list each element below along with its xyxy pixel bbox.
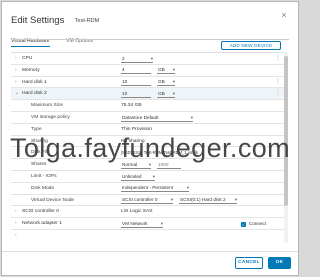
hard-disk-2-unit-select[interactable]: GB xyxy=(157,91,175,98)
limit-iops-label: Limit - IOPs xyxy=(31,174,57,179)
storage-policy-select[interactable]: Datastore Default xyxy=(121,115,193,122)
type-value: Thin Provision xyxy=(121,126,152,132)
hard-disk-2-shares-row: Shares Normal 1000 xyxy=(11,159,285,171)
scsi-controller-value: LSI Logic SAS xyxy=(121,209,153,215)
hard-disk-2-limit-row: Limit - IOPs Unlimited xyxy=(11,171,285,183)
network-select[interactable]: VM Network xyxy=(121,221,163,228)
virtual-device-node-label: Virtual Device Node xyxy=(31,197,75,203)
hardware-list: › CPU 2 ⋮ › Memory 4 GB › Hard disk 1 10… xyxy=(11,52,285,243)
chevron-right-icon[interactable]: › xyxy=(15,206,20,217)
chevron-right-icon[interactable]: › xyxy=(15,53,20,64)
hard-disk-2-size-input[interactable]: 10 xyxy=(121,91,151,98)
hard-disk-2-type-row: Type Thin Provision xyxy=(11,124,285,136)
hard-disk-2-device-node-row: Virtual Device Node SCSI controller 0 SC… xyxy=(11,195,285,207)
disk-file-label: Disk File xyxy=(31,150,50,156)
hard-disk-1-size-input[interactable]: 10 xyxy=(121,79,151,87)
hard-disk-2-label: Hard disk 2 xyxy=(22,91,47,97)
close-icon[interactable]: × xyxy=(280,11,288,20)
vertical-scrollbar[interactable] xyxy=(284,52,288,243)
footer-divider xyxy=(2,251,298,252)
ok-button[interactable]: OK xyxy=(268,257,291,269)
scrollbar-thumb[interactable] xyxy=(284,56,288,206)
chevron-right-icon[interactable]: › xyxy=(15,218,20,229)
memory-unit-select[interactable]: GB xyxy=(157,67,175,75)
scsi-controller-label: SCSI controller 0 xyxy=(22,209,59,215)
device-node-controller-select[interactable]: SCSI controller 0 xyxy=(121,197,173,205)
chevron-right-icon[interactable]: › xyxy=(15,65,20,76)
hard-disk-1-unit-select[interactable]: GB xyxy=(157,79,175,87)
vm-name: Test-RDM xyxy=(74,18,100,24)
hardware-row-cpu: › CPU 2 ⋮ xyxy=(11,53,285,65)
sharing-label: Sharing xyxy=(31,138,48,144)
memory-label: Memory xyxy=(22,67,40,73)
shares-label: Shares xyxy=(31,162,47,168)
hard-disk-2-disk-mode-row: Disk Mode Independent - Persistent xyxy=(11,183,285,195)
more-icon[interactable]: ⋮ xyxy=(275,77,281,88)
hardware-row-memory: › Memory 4 GB xyxy=(11,65,285,77)
chevron-right-icon[interactable]: › xyxy=(15,77,20,88)
shares-input[interactable]: 1000 xyxy=(157,162,181,169)
hardware-row-hard-disk-1: › Hard disk 1 10 GB ⋮ xyxy=(11,77,285,89)
hard-disk-2-storage-policy-row: VM storage policy Datastore Default xyxy=(11,112,285,124)
shares-select[interactable]: Normal xyxy=(121,162,151,169)
connect-label: Connect xyxy=(249,221,267,227)
cpu-select[interactable]: 2 xyxy=(121,56,153,63)
hard-disk-2-disk-file-row: Disk File [SSD] ESXI Test-RDM/Test-RDM_1… xyxy=(11,147,285,160)
maximum-size-value: 75.34 GB xyxy=(121,103,142,109)
storage-policy-label: VM storage policy xyxy=(31,115,70,120)
hard-disk-2-sharing-row: Sharing No sharing xyxy=(11,136,285,148)
dialog-header: Edit Settings Test-RDM xyxy=(11,10,100,26)
disk-file-value: [SSD] ESXI Test-RDM/Test-RDM_1.vmdk xyxy=(121,150,198,156)
network-adapter-label: Network adapter 1 xyxy=(22,221,62,227)
cpu-label: CPU xyxy=(22,56,33,61)
sharing-value: No sharing xyxy=(121,138,145,144)
maximum-size-label: Maximum Size xyxy=(31,103,64,109)
device-node-select[interactable]: SCSI(0:1) Hard disk 2 xyxy=(179,197,237,205)
chevron-right-icon[interactable]: › xyxy=(15,230,20,241)
hard-disk-1-label: Hard disk 1 xyxy=(22,79,47,85)
cancel-button[interactable]: CANCEL xyxy=(235,257,263,269)
add-new-device-button[interactable]: ADD NEW DEVICE xyxy=(221,41,281,50)
tab-divider xyxy=(11,39,289,40)
dialog-title: Edit Settings xyxy=(11,15,65,26)
type-label: Type xyxy=(31,126,42,132)
limit-iops-select[interactable]: Unlimited xyxy=(121,174,155,181)
more-icon[interactable]: ⋮ xyxy=(275,88,281,99)
hard-disk-2-maximum-size-row: Maximum Size 75.34 GB xyxy=(11,100,285,112)
disk-mode-label: Disk Mode xyxy=(31,185,55,191)
hardware-row-hard-disk-2: ⌄ Hard disk 2 10 GB ⋮ xyxy=(11,88,285,101)
connect-checkbox[interactable]: ✓ xyxy=(241,221,246,227)
hardware-row-network-adapter: › Network adapter 1 VM Network ✓ Connect xyxy=(11,218,285,230)
hardware-row-scsi-controller: › SCSI controller 0 LSI Logic SAS xyxy=(11,206,285,219)
disk-mode-select[interactable]: Independent - Persistent xyxy=(121,185,189,193)
chevron-down-icon[interactable]: ⌄ xyxy=(15,88,20,99)
memory-input[interactable]: 4 xyxy=(121,67,151,75)
edit-settings-dialog: Edit Settings Test-RDM × Virtual Hardwar… xyxy=(1,1,299,276)
more-icon[interactable]: ⋮ xyxy=(275,53,281,64)
hardware-row-partial: › xyxy=(11,230,285,242)
